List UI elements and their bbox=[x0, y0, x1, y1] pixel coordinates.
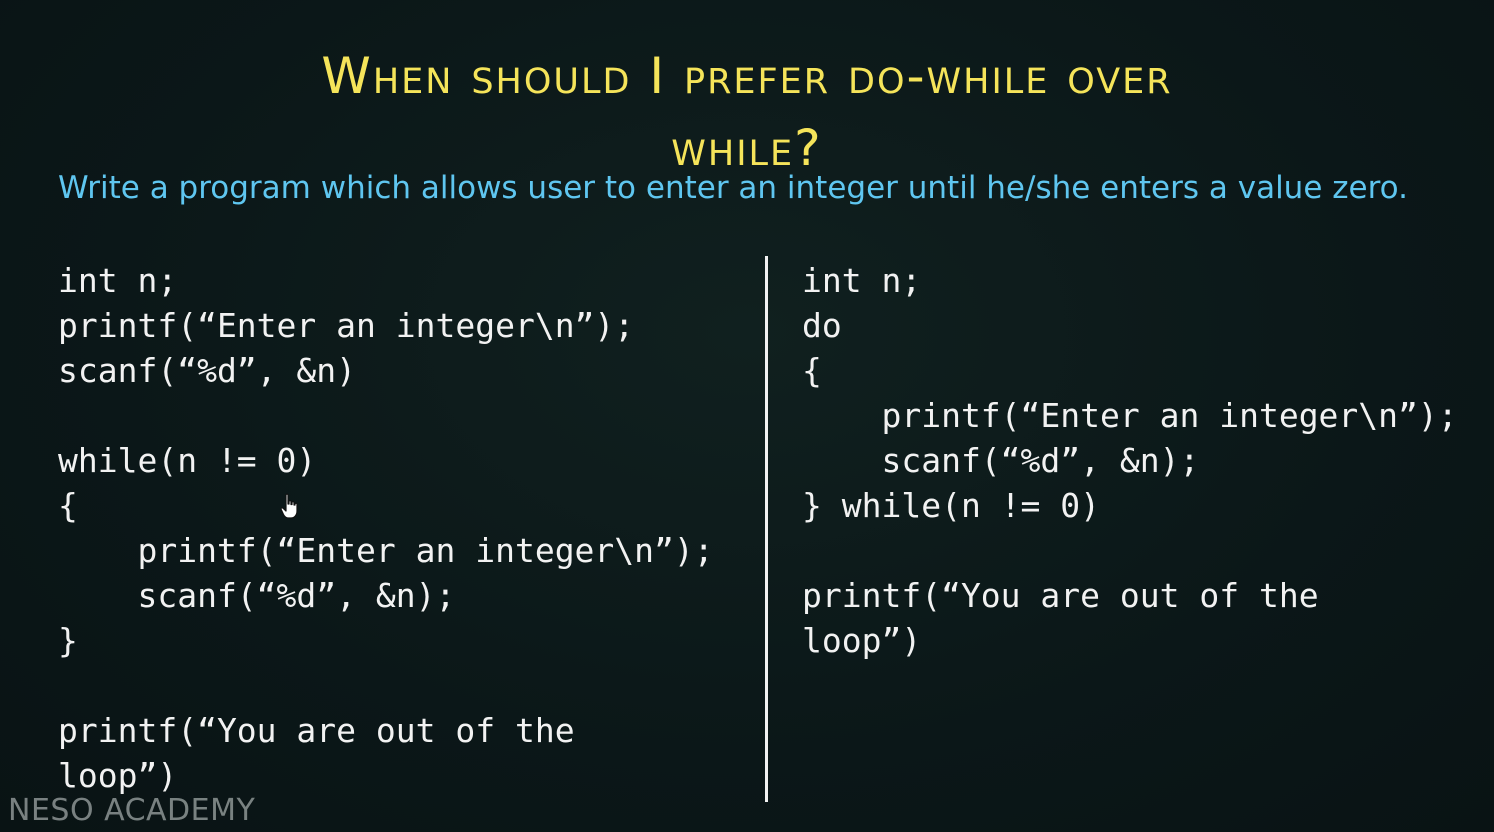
code-line: int n; bbox=[58, 261, 178, 300]
slide-title: When should I prefer do-while over while… bbox=[0, 40, 1494, 184]
code-line: scanf(“%d”, &n); bbox=[58, 576, 456, 615]
code-line: printf(“Enter an integer\n”); bbox=[58, 306, 635, 345]
code-line: printf(“Enter an integer\n”); bbox=[58, 531, 714, 570]
code-line: printf(“Enter an integer\n”); bbox=[802, 396, 1458, 435]
code-line: printf(“You are out of the bbox=[802, 576, 1319, 615]
hand-pointer-icon bbox=[280, 493, 298, 519]
do-while-loop-code-block: int n; do{ printf(“Enter an integer\n”); … bbox=[802, 258, 1458, 663]
code-line: { bbox=[58, 486, 78, 525]
code-line: int n; bbox=[802, 261, 922, 300]
while-loop-code-block: int n; printf(“Enter an integer\n”); scanf… bbox=[58, 258, 714, 798]
code-line: do bbox=[802, 306, 842, 345]
code-line: } bbox=[58, 621, 78, 660]
title-line-1: When should I prefer do-while over bbox=[321, 46, 1173, 105]
code-line: scanf(“%d”, &n); bbox=[802, 441, 1200, 480]
column-divider bbox=[765, 256, 768, 802]
code-line: while(n != 0) bbox=[58, 441, 317, 480]
code-line: loop”) bbox=[802, 621, 922, 660]
code-line: } while(n != 0) bbox=[802, 486, 1101, 525]
channel-watermark: NESO ACADEMY bbox=[8, 793, 256, 828]
code-line: printf(“You are out of the bbox=[58, 711, 575, 750]
code-line: scanf(“%d”, &n) bbox=[58, 351, 357, 390]
problem-statement: Write a program which allows user to ent… bbox=[58, 170, 1408, 206]
slide: When should I prefer do-while over while… bbox=[0, 0, 1494, 832]
code-line: { bbox=[802, 351, 822, 390]
